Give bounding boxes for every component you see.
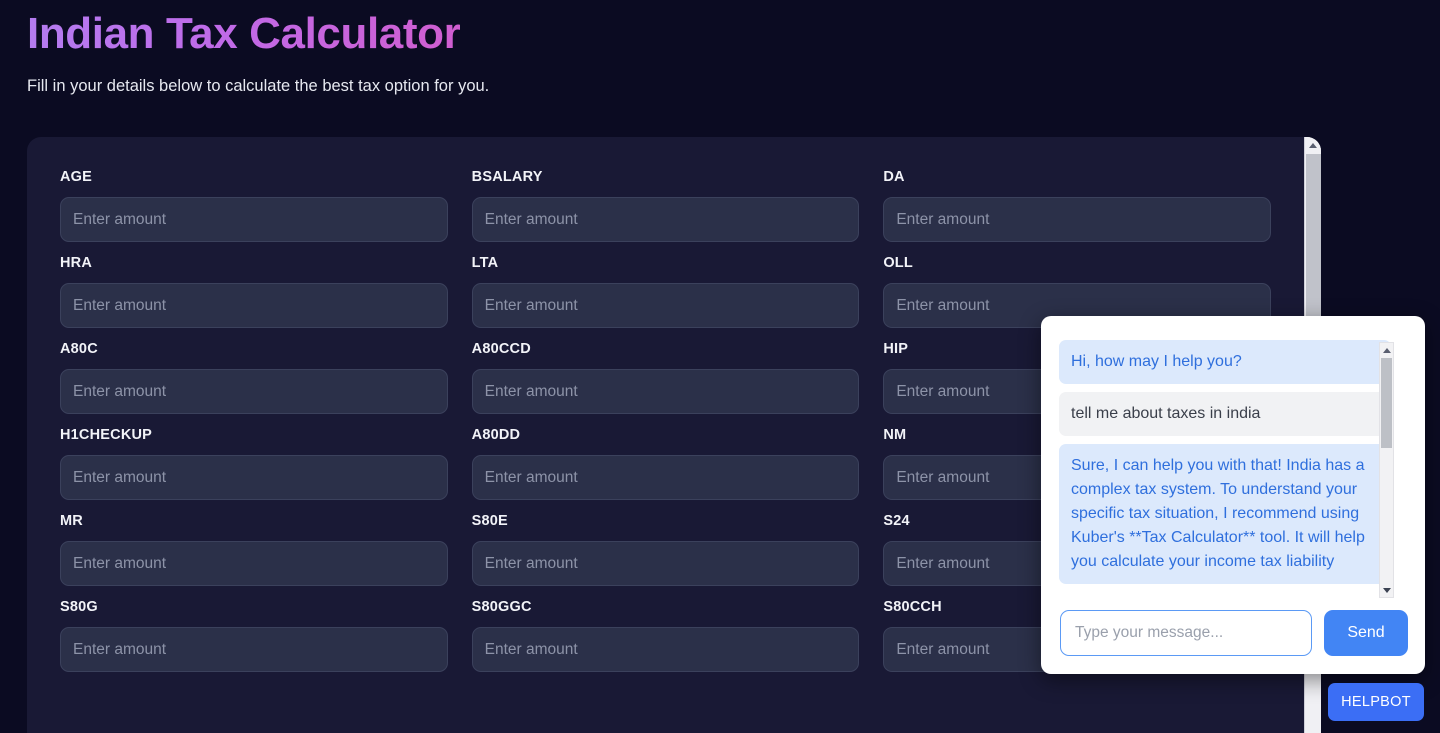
field-input-a80ccd[interactable] [471,369,860,414]
field-label-s80g: S80G [60,599,98,615]
field-input-lta[interactable] [471,283,860,328]
field-input-s80ggc[interactable] [471,627,860,672]
chat-scrollbar-thumb[interactable] [1381,358,1392,448]
chat-scrollbar[interactable] [1379,342,1394,598]
field-label-a80dd: A80DD [471,427,521,443]
scrollbar-up-button[interactable] [1305,137,1321,154]
field-label-da: DA [883,169,905,185]
form-field: LTA [471,255,860,328]
chevron-up-icon [1309,142,1317,148]
form-field: DA [883,169,1271,242]
field-input-hra[interactable] [60,283,448,328]
form-field: S80G [60,599,448,672]
field-label-a80ccd: A80CCD [471,341,531,357]
send-button[interactable]: Send [1324,610,1408,656]
bot-message: Hi, how may I help you? [1059,340,1391,384]
field-input-s80e[interactable] [471,541,860,586]
field-label-a80c: A80C [60,341,98,357]
field-input-age[interactable] [60,197,448,242]
field-label-mr: MR [60,513,83,529]
form-field: HRA [60,255,448,328]
field-label-h1checkup: H1CHECKUP [60,427,153,443]
form-field: S80GGC [471,599,860,672]
field-input-bsalary[interactable] [471,197,860,242]
helpbot-toggle-button[interactable]: HELPBOT [1328,683,1424,721]
form-field: MR [60,513,448,586]
chevron-up-icon [1382,347,1391,353]
form-field: AGE [60,169,448,242]
form-field: A80C [60,341,448,414]
user-message: tell me about taxes in india [1059,392,1391,436]
chat-message-input[interactable] [1060,610,1312,656]
field-label-oll: OLL [883,255,913,271]
field-label-bsalary: BSALARY [471,169,543,185]
field-input-h1checkup[interactable] [60,455,448,500]
form-field: A80DD [471,427,860,500]
field-input-mr[interactable] [60,541,448,586]
chat-scrollbar-down-button[interactable] [1380,582,1393,597]
chat-input-row: Send [1060,610,1408,656]
field-label-age: AGE [60,169,93,185]
page-header: Indian Tax Calculator Fill in your detai… [0,0,1440,96]
form-field: S80E [471,513,860,586]
field-input-a80c[interactable] [60,369,448,414]
field-label-s80e: S80E [471,513,508,529]
chevron-down-icon [1382,587,1391,593]
form-field: BSALARY [471,169,860,242]
chat-panel: Hi, how may I help you? tell me about tax… [1041,316,1425,674]
page-subtitle: Fill in your details below to calculate … [27,77,490,95]
field-label-s80ggc: S80GGC [471,599,532,615]
field-label-hra: HRA [60,255,93,271]
form-field: A80CCD [471,341,860,414]
bot-message: Sure, I can help you with that! India ha… [1059,444,1391,584]
field-input-s80g[interactable] [60,627,448,672]
page-title: Indian Tax Calculator [27,6,461,61]
chat-scrollbar-up-button[interactable] [1380,343,1393,358]
field-label-lta: LTA [471,255,499,271]
chat-message-list: Hi, how may I help you? tell me about tax… [1041,332,1425,587]
field-input-da[interactable] [883,197,1271,242]
form-field: H1CHECKUP [60,427,448,500]
field-input-a80dd[interactable] [471,455,860,500]
